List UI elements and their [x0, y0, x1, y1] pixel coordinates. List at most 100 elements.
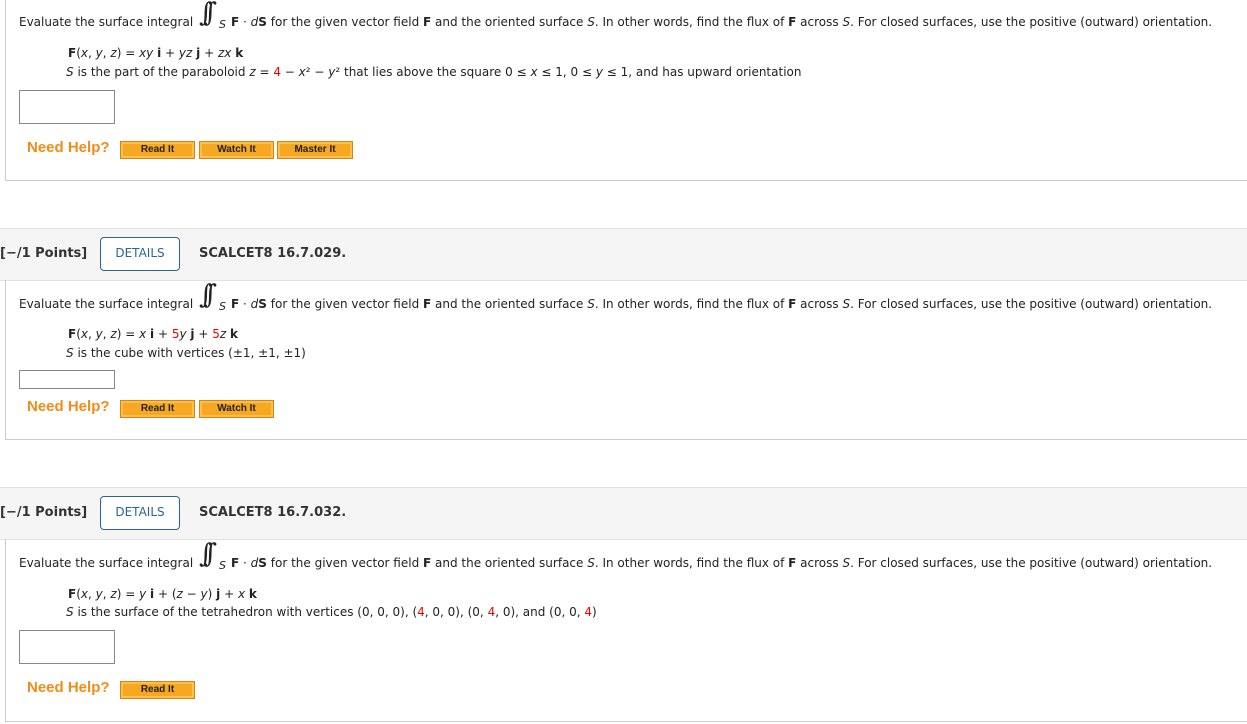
math-segment: k	[235, 46, 244, 60]
details-button[interactable]: DETAILS	[100, 496, 180, 530]
math-segment: +	[154, 327, 172, 341]
question-code: SCALCET8 16.7.032.	[199, 505, 347, 520]
math-segment: . For closed surfaces, use the positive …	[850, 15, 1213, 29]
math-segment: −	[280, 65, 299, 79]
math-segment: 4	[417, 605, 425, 619]
need-help-label: Need Help?	[27, 398, 110, 415]
details-button[interactable]: DETAILS	[100, 237, 180, 271]
math-segment: across	[796, 556, 843, 570]
math-segment: x	[80, 587, 88, 601]
math-segment: is the cube with vertices (±1, ±1, ±1)	[73, 346, 306, 360]
surface-description: S is the part of the paraboloid z = 4 − …	[66, 65, 801, 79]
surface-description: S is the surface of the tetrahedron with…	[66, 605, 597, 619]
math-segment: S	[587, 15, 595, 29]
answer-input[interactable]	[19, 370, 115, 389]
read-it-button[interactable]: Read It	[120, 141, 195, 159]
double-integral-icon: ∫∫	[199, 280, 217, 310]
read-it-button[interactable]: Read It	[120, 681, 195, 699]
math-segment: ² that lies above the square 0 ≤	[335, 65, 531, 79]
math-segment: F	[68, 587, 77, 601]
math-segment: +	[194, 327, 213, 341]
math-segment: is the surface of the tetrahedron with v…	[73, 605, 418, 619]
math-segment: . In other words, find the flux of	[594, 15, 789, 29]
math-segment: ·	[239, 15, 251, 29]
math-segment: F	[423, 297, 432, 311]
math-segment: 4	[584, 605, 593, 619]
watch-it-button[interactable]: Watch It	[199, 141, 274, 159]
math-segment: S	[842, 556, 851, 570]
math-segment: ) =	[116, 587, 140, 601]
math-segment: x	[298, 65, 306, 79]
math-segment: x	[530, 65, 538, 79]
question-header: [−/1 Points] DETAILS SCALCET8 16.7.032.	[0, 487, 1247, 540]
vector-field: F(x, y, z) = xy i + yz j + zx k	[68, 46, 243, 60]
math-segment: ·	[239, 297, 251, 311]
need-help-label: Need Help?	[27, 139, 110, 156]
math-segment: y	[200, 587, 208, 601]
math-segment: F	[231, 556, 240, 570]
math-segment: . In other words, find the flux of	[594, 297, 789, 311]
read-it-button[interactable]: Read It	[120, 400, 195, 418]
math-segment: S	[258, 556, 267, 570]
math-segment: yz	[178, 46, 193, 60]
points-label: [−/1 Points]	[0, 246, 88, 261]
math-segment: . For closed surfaces, use the positive …	[850, 297, 1213, 311]
math-segment: and the oriented surface	[431, 15, 588, 29]
math-segment: S	[66, 605, 74, 619]
surface-integral-symbol: ∫∫ S	[197, 0, 231, 31]
math-segment: S	[587, 556, 595, 570]
surface-integral-symbol: ∫∫ S	[197, 539, 231, 572]
math-segment: x	[80, 327, 88, 341]
math-segment: ,	[88, 587, 96, 601]
math-segment: S	[66, 346, 74, 360]
question-prompt: Evaluate the surface integral ∫∫ S F · dS …	[19, 0, 1213, 31]
answer-input[interactable]	[19, 630, 115, 664]
points-label: [−/1 Points]	[0, 505, 88, 520]
question-prompt: Evaluate the surface integral ∫∫ S F · dS …	[19, 280, 1213, 313]
question-prompt: Evaluate the surface integral ∫∫ S F · dS …	[19, 539, 1212, 572]
math-segment: F	[423, 556, 432, 570]
math-segment: y	[95, 46, 103, 60]
watch-it-button[interactable]: Watch It	[199, 400, 274, 418]
prompt-text: Evaluate the surface integral	[19, 556, 194, 570]
math-segment: )	[592, 605, 597, 619]
math-segment: S	[66, 65, 74, 79]
math-segment: ≤ 1, and has upward orientation	[602, 65, 802, 79]
math-segment: +	[161, 46, 179, 60]
math-segment: F	[68, 46, 77, 60]
math-segment: S	[258, 297, 267, 311]
math-segment: S	[842, 15, 851, 29]
math-segment: xy	[139, 46, 154, 60]
need-help-label: Need Help?	[27, 679, 110, 696]
integral-subscript: S	[219, 18, 226, 31]
answer-input[interactable]	[19, 90, 115, 124]
math-segment: y	[595, 65, 603, 79]
math-segment: , 0, 0), (0,	[424, 605, 488, 619]
math-segment: F	[423, 15, 432, 29]
master-it-button[interactable]: Master It	[277, 141, 353, 159]
math-segment: F	[231, 297, 240, 311]
prompt-text: Evaluate the surface integral	[19, 15, 194, 29]
math-segment: ² −	[305, 65, 329, 79]
vector-field: F(x, y, z) = y i + (z − y) j + x k	[68, 587, 257, 601]
double-integral-icon: ∫∫	[199, 0, 217, 28]
math-segment: zx	[217, 46, 232, 60]
math-segment: ) =	[116, 46, 140, 60]
double-integral-icon: ∫∫	[199, 539, 217, 569]
math-segment: for the given vector field	[266, 297, 424, 311]
math-segment: ,	[88, 327, 96, 341]
math-segment: )	[207, 587, 217, 601]
vector-field: F(x, y, z) = x i + 5y j + 5z k	[68, 327, 238, 341]
math-segment: S	[587, 297, 595, 311]
math-segment: for the given vector field	[266, 556, 424, 570]
integral-subscript: S	[219, 559, 226, 572]
math-segment: y	[179, 327, 187, 341]
math-segment: and the oriented surface	[431, 556, 588, 570]
math-segment: k	[248, 587, 257, 601]
math-segment: +	[200, 46, 218, 60]
surface-integral-symbol: ∫∫ S	[197, 280, 231, 313]
math-segment: F	[231, 15, 240, 29]
math-segment: 5	[212, 327, 220, 341]
math-segment: =	[255, 65, 274, 79]
math-segment: x	[80, 46, 88, 60]
